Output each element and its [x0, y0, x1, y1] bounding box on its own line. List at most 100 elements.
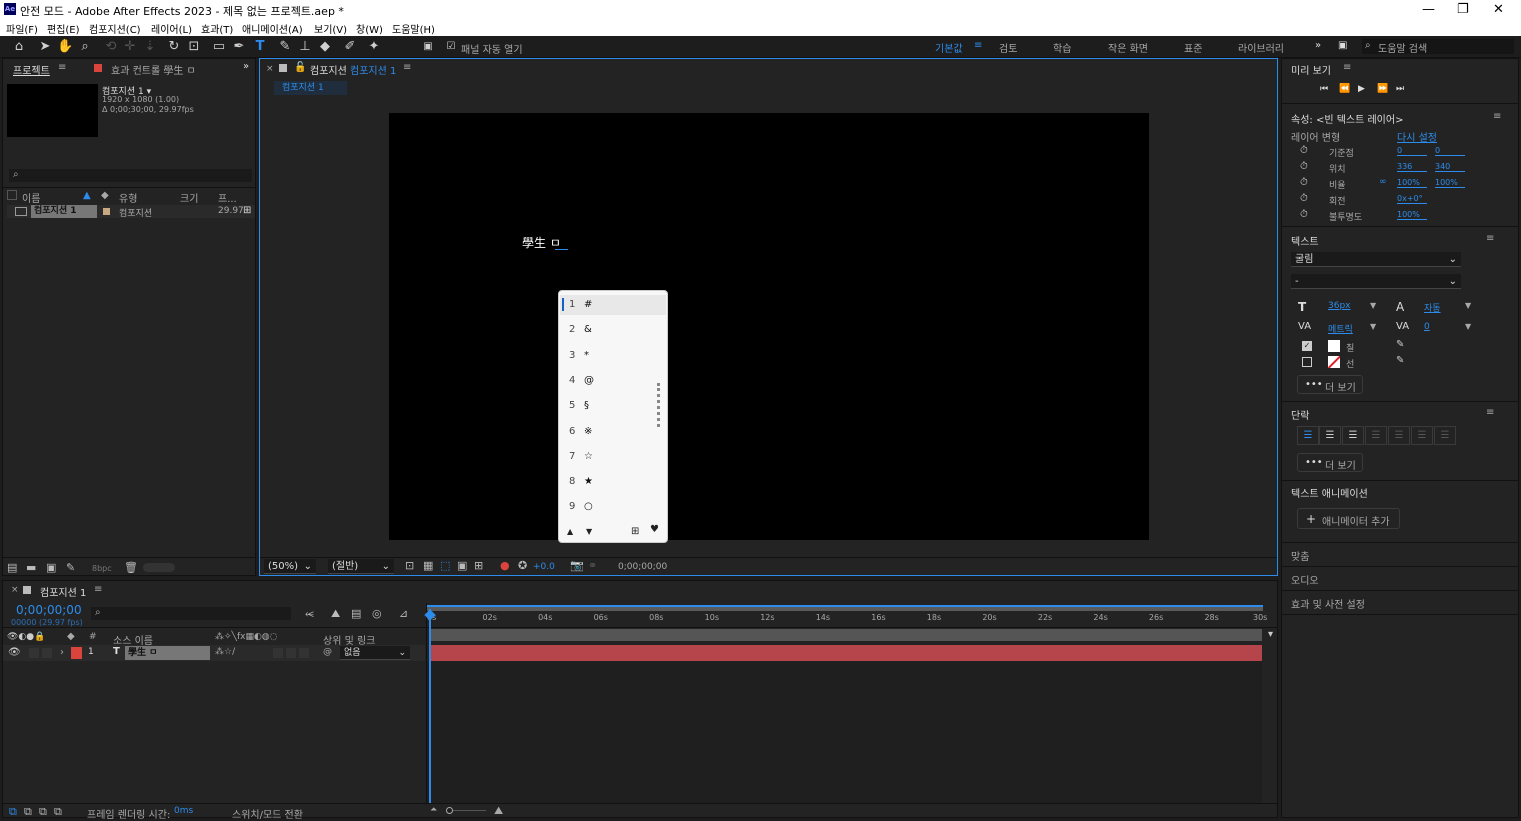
ime-candidate-item[interactable]: 3 *	[569, 350, 649, 366]
pan-tool-icon[interactable]: ✛	[122, 39, 138, 55]
ime-candidate-item[interactable]: 4 @	[569, 375, 649, 391]
text-menu-icon[interactable]: ≡	[1486, 233, 1494, 244]
menu-layer[interactable]: 레이어(L)	[151, 21, 192, 36]
time-navigator[interactable]	[427, 605, 1263, 611]
timeline-tab[interactable]: 컴포지션 1	[40, 584, 86, 599]
graph-editor-icon[interactable]: ⊿	[399, 607, 408, 620]
puppet-pin-icon[interactable]: ✦	[366, 39, 382, 55]
workspace-review[interactable]: 검토	[999, 40, 1017, 55]
orbit-tool-icon[interactable]: ⟲	[103, 39, 119, 55]
transform-value-1[interactable]: 100%	[1397, 210, 1427, 220]
close-icon[interactable]: ✕	[1493, 2, 1504, 17]
lock-icon[interactable]: 🔓	[294, 62, 306, 73]
eraser-tool-icon[interactable]: ◆	[317, 39, 333, 55]
mask-visibility-icon[interactable]: ⬚	[440, 559, 450, 572]
timeline-timecode[interactable]: 0;00;00;00	[16, 603, 82, 617]
stopwatch-icon[interactable]: ⏱	[1300, 193, 1308, 204]
color-channel-icon[interactable]: ●	[500, 559, 510, 572]
font-style-dropdown[interactable]: - ⌄	[1291, 274, 1461, 289]
menu-composition[interactable]: 컴포지션(C)	[89, 21, 141, 36]
ime-page-down-icon[interactable]: ▼	[586, 527, 592, 536]
rotate-tool-icon[interactable]: ↻	[166, 39, 182, 55]
stroke-checkbox[interactable]	[1302, 357, 1312, 367]
play-icon[interactable]: ▶	[1358, 84, 1365, 94]
comp-marker-icon[interactable]: ▾	[1268, 629, 1273, 640]
transform-value-2[interactable]: 100%	[1435, 178, 1465, 188]
layer-switches-pane-icon[interactable]: ⧉	[9, 805, 17, 819]
guides-icon[interactable]: ⊞	[474, 559, 483, 572]
workspace-standard[interactable]: 표준	[1184, 40, 1202, 55]
hand-tool-icon[interactable]: ✋	[57, 39, 73, 55]
thumbnail-slider[interactable]	[143, 563, 175, 572]
dolly-tool-icon[interactable]: ⇣	[142, 39, 158, 55]
align-center-icon[interactable]: ☰	[1319, 426, 1341, 445]
pan-behind-tool-icon[interactable]: ⊡	[186, 39, 202, 55]
chevron-down-icon[interactable]: ▼	[1465, 301, 1471, 310]
next-frame-icon[interactable]: ⏩	[1377, 84, 1388, 94]
new-composition-icon[interactable]: ▣	[46, 561, 56, 574]
zoom-tool-icon[interactable]: ⌕	[77, 39, 93, 55]
rectangle-tool-icon[interactable]: ▭	[211, 39, 227, 55]
align-left-icon[interactable]: ☰	[1297, 426, 1319, 445]
in-out-pane-icon[interactable]: ⧉	[39, 805, 47, 819]
snapshot-icon[interactable]: 📷	[570, 559, 584, 572]
shy-layers-icon[interactable]: ⛰	[331, 607, 340, 621]
selection-tool-icon[interactable]: ➤	[37, 39, 53, 55]
stroke-eyedropper-icon[interactable]: ✎	[1396, 355, 1404, 366]
close-tab-icon[interactable]: ×	[266, 64, 274, 74]
home-icon[interactable]: ⌂	[11, 39, 27, 55]
justify-all-icon[interactable]: ☰	[1434, 426, 1456, 445]
stopwatch-icon[interactable]: ⏱	[1300, 209, 1308, 220]
bit-depth[interactable]: 8bpc	[92, 564, 112, 573]
paragraph-more-button[interactable]: ••• 더 보기	[1297, 453, 1363, 472]
add-animator-button[interactable]: + 애니메이터 추가	[1297, 508, 1400, 529]
interpret-footage-icon[interactable]: ▤	[7, 561, 17, 574]
timeline-zoom-thumb[interactable]	[446, 807, 453, 814]
new-folder-icon[interactable]: ▬	[26, 561, 36, 574]
stopwatch-icon[interactable]: ⏱	[1300, 145, 1308, 156]
workspace-small-screen[interactable]: 작은 화면	[1108, 40, 1148, 55]
layer-switch-box[interactable]	[286, 648, 296, 658]
ime-candidate-item[interactable]: 5 §	[569, 400, 649, 416]
show-snapshot-icon[interactable]: ⚭	[588, 559, 597, 572]
delete-icon[interactable]: 🗑	[124, 561, 138, 574]
modes-pane-icon[interactable]: ⧉	[24, 805, 32, 819]
align-panel[interactable]: 맞춤	[1291, 548, 1309, 563]
fill-eyedropper-icon[interactable]: ✎	[1396, 339, 1404, 350]
constrain-proportions-icon[interactable]: ∞	[1379, 177, 1387, 187]
timeline-zoom-slider[interactable]	[446, 807, 486, 814]
flowchart-icon[interactable]: ⊞	[243, 205, 251, 216]
transform-value-1[interactable]: 336	[1397, 162, 1427, 172]
frame-blending-icon[interactable]: ▤	[351, 607, 361, 620]
panel-overflow-icon[interactable]: »	[243, 61, 249, 72]
menu-window[interactable]: 창(W)	[356, 21, 383, 36]
timeline-menu-icon[interactable]: ≡	[94, 584, 102, 595]
panel-toggle-icon[interactable]: ▣	[420, 39, 436, 55]
menu-file[interactable]: 파일(F)	[6, 21, 38, 36]
fill-checkbox[interactable]: ✓	[1302, 341, 1312, 351]
tracking-value[interactable]: 0	[1424, 322, 1430, 332]
panel-auto-open-checkbox[interactable]: ☑	[443, 39, 459, 55]
exposure-value[interactable]: +0.0	[533, 562, 555, 572]
fill-color-swatch[interactable]	[1328, 340, 1340, 352]
tab-composition-prefix[interactable]: 컴포지션	[310, 62, 347, 77]
layer-switch-box[interactable]	[273, 648, 283, 658]
help-search-input[interactable]: 도움말 검색	[1378, 40, 1427, 55]
menu-effect[interactable]: 효과(T)	[201, 21, 233, 36]
project-item-row[interactable]: 컴포지션 1 컴포지션 29.97 ⊞	[7, 205, 255, 219]
ime-scrollbar[interactable]	[657, 383, 660, 427]
workspace-default[interactable]: 기본값	[935, 40, 963, 55]
timeline-empty-area[interactable]	[427, 661, 1262, 803]
transform-value-1[interactable]: 0x+0°	[1397, 194, 1427, 204]
workspace-libraries[interactable]: 라이브러리	[1238, 40, 1284, 55]
workspace-learn[interactable]: 학습	[1053, 40, 1071, 55]
zoom-out-icon[interactable]: ⏶	[430, 805, 437, 815]
layer-switches[interactable]: ⁂☆/	[215, 647, 235, 657]
audio-panel[interactable]: 오디오	[1291, 572, 1319, 587]
kerning-value[interactable]: 메트릭	[1328, 322, 1353, 335]
layer-label-color[interactable]	[71, 647, 82, 659]
preview-menu-icon[interactable]: ≡	[1343, 62, 1351, 73]
timeline-search[interactable]: ⌕	[91, 607, 291, 620]
brush-tool-icon[interactable]: ✎	[277, 39, 293, 55]
work-area-bar[interactable]	[429, 629, 1262, 641]
